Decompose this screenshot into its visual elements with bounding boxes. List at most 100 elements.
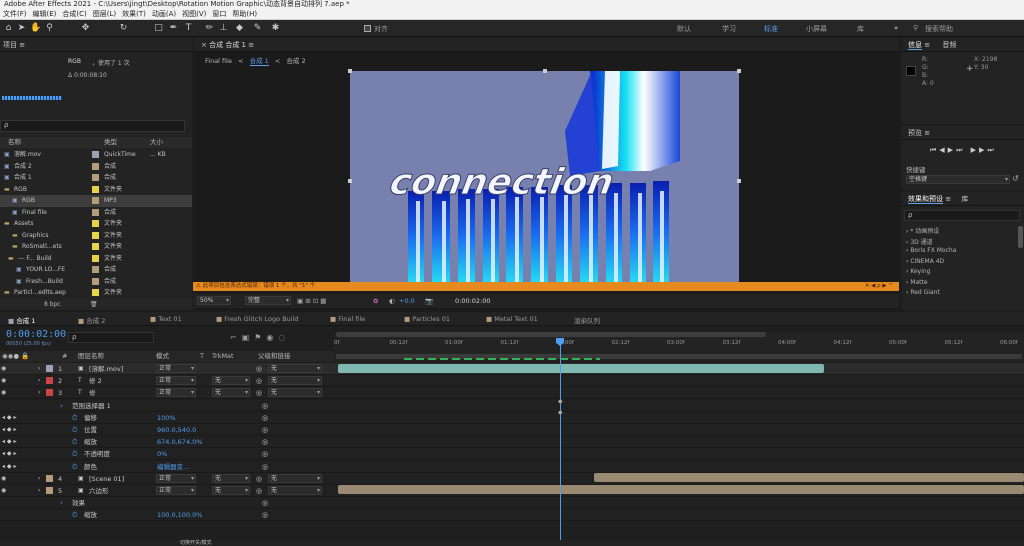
property-value[interactable]: 100% <box>157 412 176 424</box>
timeline-tab[interactable]: ■ Metal Text 01 <box>486 315 538 323</box>
error-nav-icons[interactable]: ✕ ◀ ρ ▶ ^ <box>865 282 893 291</box>
column-size[interactable]: 大小 <box>150 137 163 148</box>
eraser-tool-icon[interactable]: ◆ <box>234 22 245 34</box>
col-mode[interactable]: 模式 <box>156 351 169 362</box>
property-value[interactable]: 674.0,674.0% <box>157 436 202 448</box>
column-type[interactable]: 类型 <box>104 137 117 148</box>
track-bar-layer-5[interactable] <box>338 485 1024 494</box>
keyframe-nav-icon[interactable]: ◂ ◆ ▸ <box>2 461 16 473</box>
project-item[interactable]: ▣ YOUR LO...FE 合成 <box>0 264 192 276</box>
expand-arrow-icon[interactable]: › <box>38 473 40 485</box>
expression-error-bar[interactable]: ⚠ 此项目包含表达式错误：错误 1 个，共 "1" 个 ✕ ◀ ρ ▶ ^ <box>193 282 899 291</box>
pickwhip-icon[interactable]: ◎ <box>262 461 268 473</box>
layer-name[interactable]: 修 2 <box>89 375 102 387</box>
timeline-tab[interactable]: ■ Fresh Glitch Logo Build <box>216 315 299 323</box>
exposure-value[interactable]: +0.0 <box>399 294 415 308</box>
column-name[interactable]: 名称 <box>8 137 21 148</box>
stopwatch-icon[interactable]: ⏱ <box>72 412 77 424</box>
col-t[interactable]: T <box>200 351 204 362</box>
eye-icon[interactable]: ◉ <box>1 363 6 375</box>
col-parent[interactable]: 父级和链接 <box>258 351 291 362</box>
stopwatch-icon[interactable]: › <box>60 497 63 509</box>
project-item[interactable]: ▣ RGB MP3 <box>0 195 192 207</box>
tab-libraries[interactable]: 库 <box>961 195 968 203</box>
keyframe-nav-icon[interactable]: ◂ ◆ ▸ <box>2 436 16 448</box>
layer-row[interactable]: › 效果 ◎ <box>0 497 1024 510</box>
more-workspaces-icon[interactable]: » <box>894 24 898 32</box>
search-help-icon[interactable]: ⚲ <box>913 24 918 32</box>
menu-item-7[interactable]: 窗口 <box>212 10 226 18</box>
project-item[interactable]: ▬ Assets 文件夹 <box>0 218 192 230</box>
layer-row[interactable]: ◂ ◆ ▸ ⏱ 偏移 100% ◎ <box>0 411 1024 424</box>
pickwhip-icon[interactable]: ◎ <box>256 485 262 497</box>
layer-row[interactable]: ◂ ◆ ▸ ⏱ 不透明度 0% ◎ <box>0 448 1024 461</box>
effects-search[interactable]: ρ <box>904 210 1020 221</box>
transform-handle-tl[interactable] <box>348 69 352 73</box>
breadcrumb-comp-1[interactable]: 合成 1 <box>249 57 269 66</box>
expand-arrow-icon[interactable]: › <box>38 363 40 375</box>
label-color-swatch[interactable] <box>92 208 99 216</box>
stopwatch-icon[interactable]: ⏱ <box>72 424 77 436</box>
layer-label-color[interactable] <box>46 377 53 385</box>
timeline-tab[interactable]: ■ Particles 01 <box>404 315 450 323</box>
project-search[interactable]: ρ <box>0 120 185 132</box>
project-item[interactable]: ▣ Final file 合成 <box>0 207 192 219</box>
eye-icon[interactable]: ◉ <box>1 485 6 497</box>
pickwhip-icon[interactable]: ◎ <box>262 412 268 424</box>
pickwhip-icon[interactable]: ◎ <box>262 424 268 436</box>
label-color-swatch[interactable] <box>92 185 99 193</box>
project-item[interactable]: ▬ RGB 文件夹 <box>0 184 192 196</box>
pickwhip-icon[interactable]: ◎ <box>256 387 262 399</box>
pickwhip-icon[interactable]: ◎ <box>262 509 268 521</box>
layer-label-color[interactable] <box>46 487 53 494</box>
menu-item-5[interactable]: 动画(A) <box>152 10 176 18</box>
effects-category[interactable]: › Red Giant <box>906 289 940 296</box>
transform-handle-mr[interactable] <box>737 179 741 183</box>
label-color-swatch[interactable] <box>92 254 99 262</box>
pickwhip-icon[interactable]: ◎ <box>262 436 268 448</box>
trkmat-dropdown[interactable]: 无 <box>212 376 250 386</box>
home-icon[interactable]: ⌂ <box>3 22 14 34</box>
puppet-tool-icon[interactable]: ✱ <box>270 22 281 34</box>
trkmat-dropdown[interactable]: 无 <box>212 486 250 495</box>
workspace-standard[interactable]: 标准 <box>764 24 778 34</box>
layer-row[interactable]: ◉ › 3 T修 正常 无 ◎ 无 <box>0 387 1024 400</box>
label-color-swatch[interactable] <box>92 174 99 181</box>
project-item[interactable]: ▬ Graphics 文件夹 <box>0 230 192 242</box>
effects-category[interactable]: › Boris FX Mocha <box>906 247 956 254</box>
parent-dropdown[interactable]: 无 <box>268 364 322 373</box>
menu-item-1[interactable]: 编辑(E) <box>33 10 57 18</box>
trash-icon[interactable]: 🗑 <box>90 299 98 310</box>
layer-name[interactable]: [Scene 01] <box>89 473 124 485</box>
label-color-swatch[interactable] <box>92 289 99 296</box>
layer-mode-dropdown[interactable]: 正常 <box>156 388 196 398</box>
stopwatch-icon[interactable]: › <box>60 400 63 412</box>
roto-tool-icon[interactable]: ✎ <box>252 22 263 34</box>
menu-item-6[interactable]: 视图(V) <box>182 10 206 18</box>
layer-mode-dropdown[interactable]: 正常 <box>156 473 196 483</box>
snap-checkbox[interactable] <box>364 25 371 32</box>
eye-icon[interactable]: ◉ <box>1 375 6 387</box>
project-item[interactable]: ▣ 溶解.mov QuickTime ... KB <box>0 149 192 161</box>
toggle-switches-modes[interactable]: 切换开关/模式 <box>180 540 212 546</box>
menu-item-8[interactable]: 帮助(H) <box>232 10 257 18</box>
layer-mode-dropdown[interactable]: 正常 <box>156 376 196 386</box>
project-item[interactable]: ▬ Particl...edlts.aep 文件夹 <box>0 287 192 299</box>
menu-item-4[interactable]: 效果(T) <box>122 10 146 18</box>
project-item[interactable]: ▣ 合成 1 合成 <box>0 172 192 184</box>
expand-arrow-icon[interactable]: › <box>38 387 40 399</box>
exposure-icon[interactable]: ◐ <box>389 294 395 308</box>
effects-category[interactable]: › CINEMA 4D <box>906 258 944 265</box>
viewer-timecode[interactable]: 0:00:02:00 <box>455 294 491 308</box>
transform-handle-tm[interactable] <box>543 69 547 73</box>
reset-icon[interactable]: ↺ <box>1012 174 1019 183</box>
timeline-search[interactable]: ρ <box>68 332 154 343</box>
rectangle-tool-icon[interactable]: □ <box>153 22 164 34</box>
search-help-input[interactable]: 搜索帮助 <box>925 24 953 34</box>
zoom-dropdown[interactable]: 50% <box>197 296 231 305</box>
layer-name[interactable]: 六边形 <box>89 485 109 497</box>
project-item[interactable]: ▣ 合成 2 合成 <box>0 161 192 173</box>
view-options-icons[interactable]: ▣ ⊞ ⊡ ▦ <box>297 294 326 308</box>
resolution-dropdown[interactable]: 完整 <box>245 296 291 305</box>
label-color-swatch[interactable] <box>92 243 99 250</box>
